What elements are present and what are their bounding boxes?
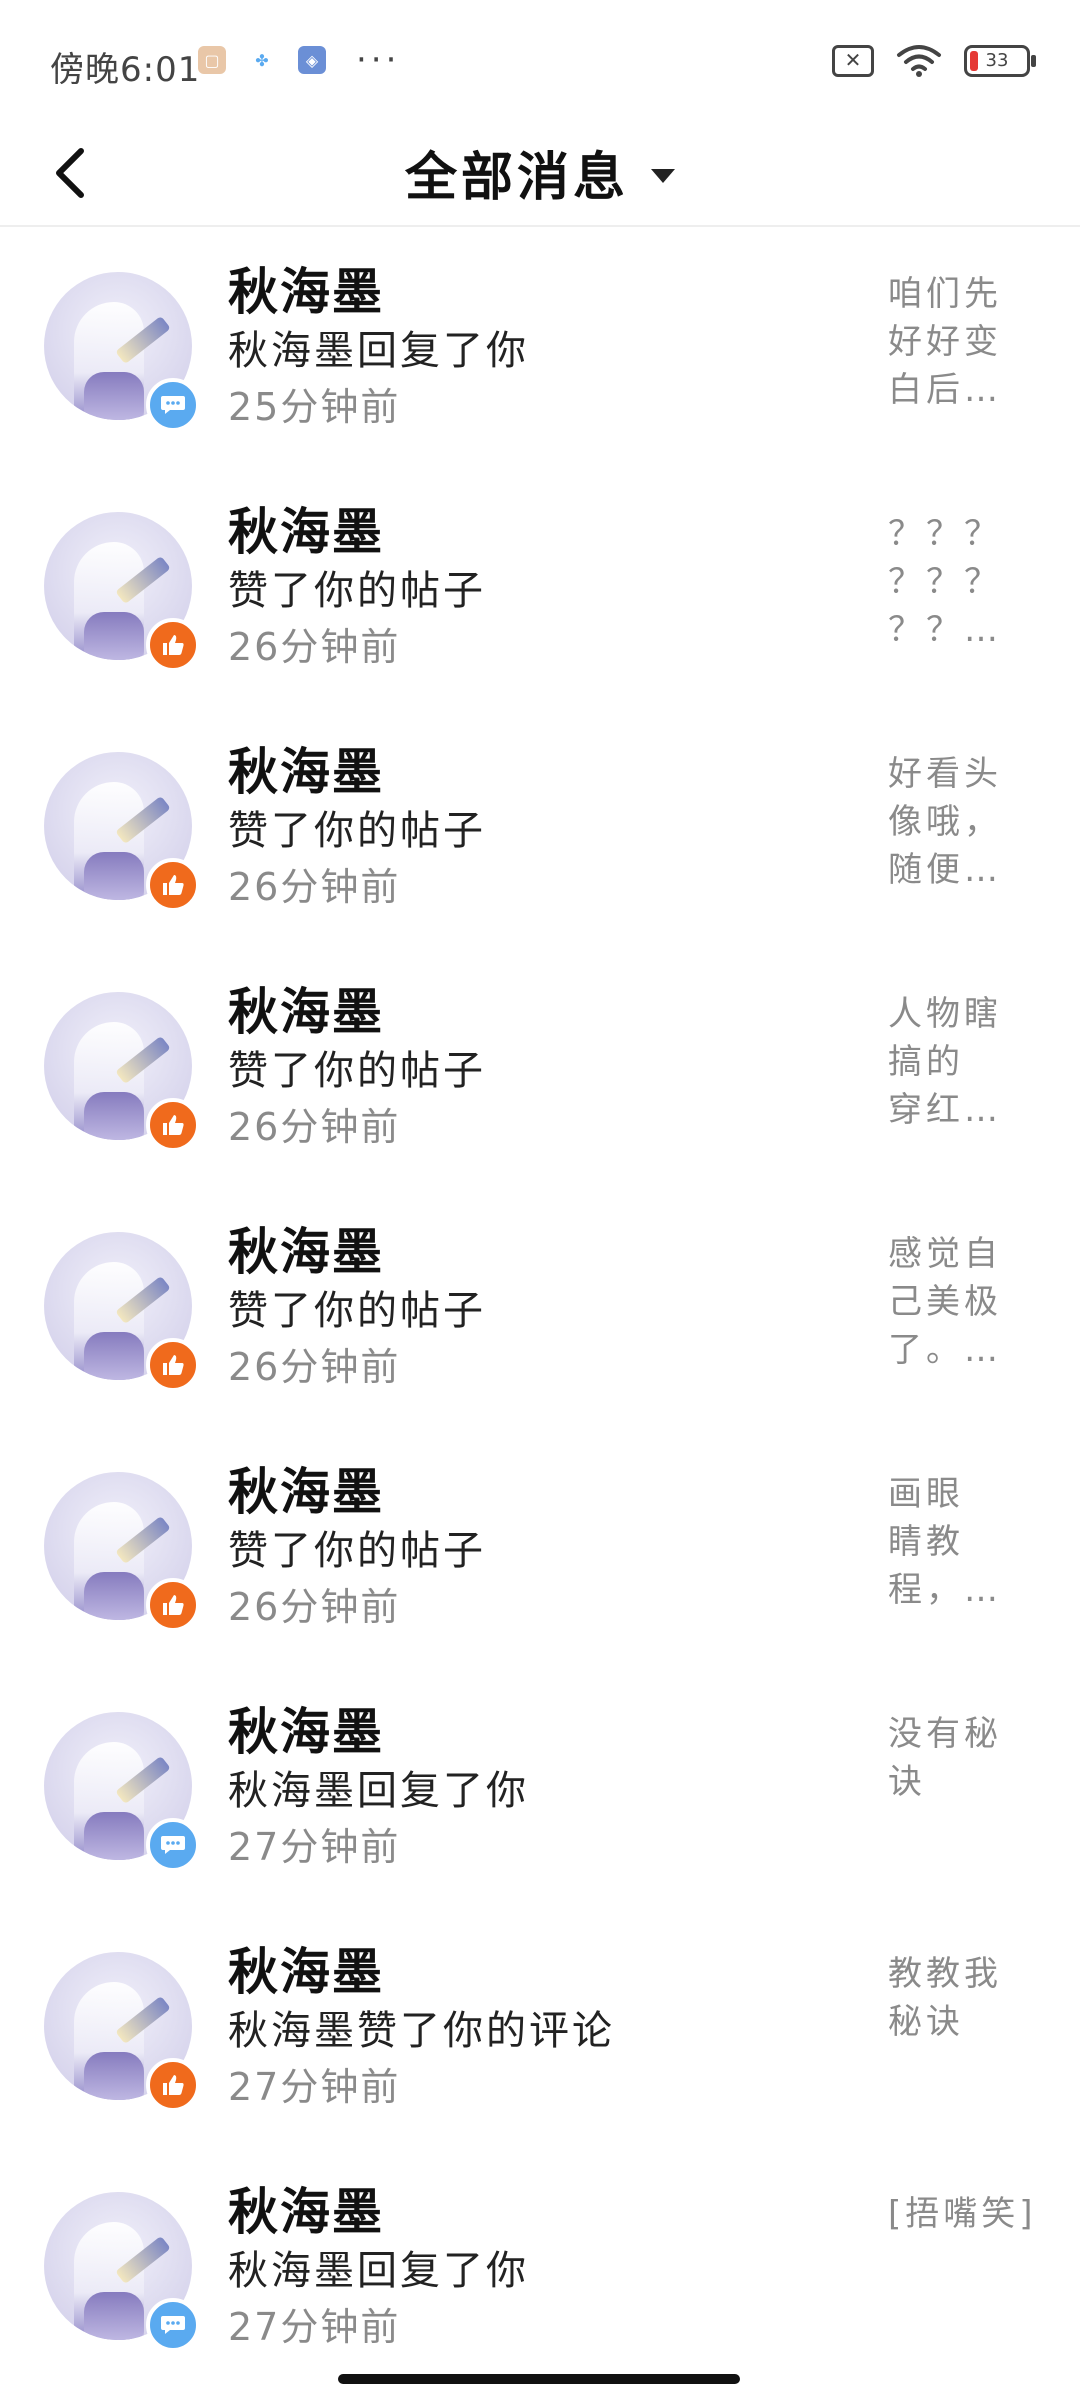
wifi-icon xyxy=(897,45,941,77)
list-item[interactable]: 秋海墨 秋海墨回复了你 25分钟前 咱们先 好好变 白后… xyxy=(0,226,1080,466)
no-sim-icon: ✕ xyxy=(832,45,874,77)
message-action: 赞了你的帖子 xyxy=(228,1048,486,1094)
more-notifications-icon: ··· xyxy=(356,40,401,80)
sender-name: 秋海墨 xyxy=(228,503,384,561)
list-item[interactable]: 秋海墨 赞了你的帖子 26分钟前 人物瞎 搞的 穿红… xyxy=(0,946,1080,1186)
notification-icons: ▢ ✤ ◈ ··· xyxy=(198,40,401,80)
message-action: 秋海墨回复了你 xyxy=(228,328,529,374)
app-icon-orange: ▢ xyxy=(198,46,226,74)
message-time: 26分钟前 xyxy=(228,1105,401,1149)
message-action: 赞了你的帖子 xyxy=(228,1528,486,1574)
list-item[interactable]: 秋海墨 秋海墨回复了你 27分钟前 [捂嘴笑] xyxy=(0,2146,1080,2386)
app-icon-multicolor: ◈ xyxy=(298,46,326,74)
thumbs-up-badge-icon xyxy=(146,618,200,672)
comment-badge-icon xyxy=(146,1818,200,1872)
battery-level: 33 xyxy=(985,50,1009,71)
list-item[interactable]: 秋海墨 赞了你的帖子 26分钟前 好看头 像哦， 随便… xyxy=(0,706,1080,946)
top-app-bar: 全部消息 xyxy=(0,120,1080,227)
caret-down-icon xyxy=(651,168,675,183)
thumbs-up-badge-icon xyxy=(146,1578,200,1632)
message-time: 27分钟前 xyxy=(228,1825,401,1869)
thumbs-up-badge-icon xyxy=(146,2058,200,2112)
message-time: 27分钟前 xyxy=(228,2305,401,2349)
comment-badge-icon xyxy=(146,2298,200,2352)
message-time: 27分钟前 xyxy=(228,2065,401,2109)
message-time: 26分钟前 xyxy=(228,1585,401,1629)
list-item[interactable]: 秋海墨 赞了你的帖子 26分钟前 ？？？ ？？？ ？？… xyxy=(0,466,1080,706)
message-preview: ？？？ ？？？ ？？… xyxy=(888,514,1002,650)
status-right: ✕ 33 xyxy=(832,44,1036,78)
message-time: 26分钟前 xyxy=(228,1345,401,1389)
message-action: 秋海墨回复了你 xyxy=(228,2248,529,2294)
list-item[interactable]: 秋海墨 秋海墨回复了你 27分钟前 没有秘 诀 xyxy=(0,1666,1080,1906)
app-icon-blue: ✤ xyxy=(248,46,276,74)
message-action: 赞了你的帖子 xyxy=(228,568,486,614)
message-time: 26分钟前 xyxy=(228,625,401,669)
message-action: 秋海墨回复了你 xyxy=(228,1768,529,1814)
sender-name: 秋海墨 xyxy=(228,2183,384,2241)
message-time: 26分钟前 xyxy=(228,865,401,909)
message-preview: 教教我 秘诀 xyxy=(888,1954,1002,2042)
list-item[interactable]: 秋海墨 秋海墨赞了你的评论 27分钟前 教教我 秘诀 xyxy=(0,1906,1080,2146)
sender-name: 秋海墨 xyxy=(228,1703,384,1761)
message-preview: [捂嘴笑] xyxy=(888,2194,1037,2234)
message-preview: 没有秘 诀 xyxy=(888,1714,1002,1802)
message-preview: 咱们先 好好变 白后… xyxy=(888,274,1002,410)
message-preview: 人物瞎 搞的 穿红… xyxy=(888,994,1002,1130)
sender-name: 秋海墨 xyxy=(228,1463,384,1521)
message-preview: 好看头 像哦， 随便… xyxy=(888,754,1002,890)
status-bar: 傍晚6:01 ▢ ✤ ◈ ··· ✕ 33 xyxy=(0,0,1080,120)
message-preview: 感觉自 己美极 了。… xyxy=(888,1234,1002,1370)
thumbs-up-badge-icon xyxy=(146,1338,200,1392)
message-time: 25分钟前 xyxy=(228,385,401,429)
sender-name: 秋海墨 xyxy=(228,263,384,321)
list-item[interactable]: 秋海墨 赞了你的帖子 26分钟前 画眼 睛教 程，… xyxy=(0,1426,1080,1666)
thumbs-up-badge-icon xyxy=(146,858,200,912)
message-list: 秋海墨 秋海墨回复了你 25分钟前 咱们先 好好变 白后… 秋海墨 赞了你的帖子… xyxy=(0,226,1080,2386)
sender-name: 秋海墨 xyxy=(228,1943,384,2001)
message-action: 秋海墨赞了你的评论 xyxy=(228,2008,615,2054)
message-filter-dropdown[interactable]: 全部消息 xyxy=(0,120,1080,225)
sender-name: 秋海墨 xyxy=(228,1223,384,1281)
page-title: 全部消息 xyxy=(404,148,629,208)
message-preview: 画眼 睛教 程，… xyxy=(888,1474,1002,1610)
sender-name: 秋海墨 xyxy=(228,743,384,801)
thumbs-up-badge-icon xyxy=(146,1098,200,1152)
sender-name: 秋海墨 xyxy=(228,983,384,1041)
list-item[interactable]: 秋海墨 赞了你的帖子 26分钟前 感觉自 己美极 了。… xyxy=(0,1186,1080,1426)
message-action: 赞了你的帖子 xyxy=(228,808,486,854)
status-time: 傍晚6:01 xyxy=(50,50,201,90)
battery-icon: 33 xyxy=(964,45,1036,77)
comment-badge-icon xyxy=(146,378,200,432)
message-action: 赞了你的帖子 xyxy=(228,1288,486,1334)
home-indicator[interactable] xyxy=(338,2374,740,2384)
